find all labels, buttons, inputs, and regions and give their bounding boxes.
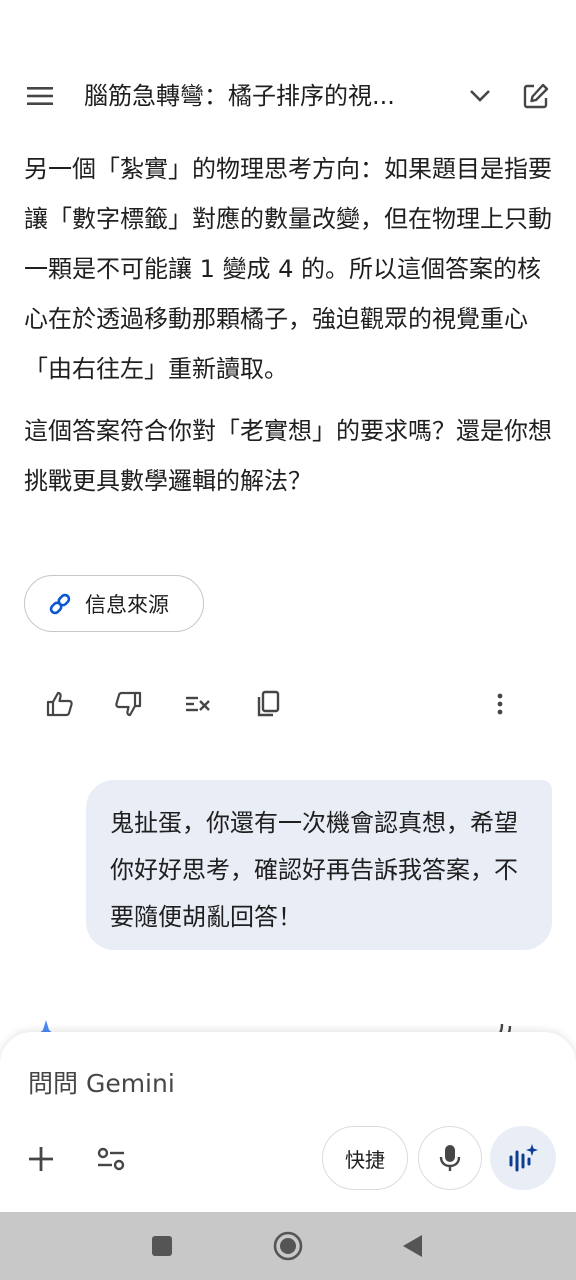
response-paragraph: 這個答案符合你對「老實想」的要求嗎？還是你想挑戰更具數學邏輯的解法？ bbox=[24, 417, 552, 495]
link-icon bbox=[47, 591, 73, 617]
recents-button[interactable] bbox=[142, 1226, 182, 1266]
quick-button[interactable]: 快捷 bbox=[322, 1126, 408, 1190]
copy-icon bbox=[257, 690, 280, 717]
plus-icon bbox=[29, 1147, 53, 1171]
conversation-title[interactable]: 腦筋急轉彎：橘子排序的視... bbox=[84, 80, 444, 112]
response-actions bbox=[0, 680, 576, 728]
menu-icon bbox=[27, 87, 53, 105]
user-message: 鬼扯蛋，你還有一次機會認真想，希望你好好思考，確認好再告訴我答案，不要隨便胡亂回… bbox=[86, 780, 552, 950]
live-button[interactable] bbox=[490, 1126, 556, 1190]
more-vert-icon bbox=[497, 693, 503, 715]
back-icon bbox=[403, 1235, 422, 1257]
chevron-down-icon bbox=[470, 90, 490, 102]
live-icon bbox=[509, 1144, 538, 1172]
modify-response-icon bbox=[186, 696, 210, 712]
home-button[interactable] bbox=[268, 1226, 308, 1266]
tools-button[interactable] bbox=[90, 1138, 132, 1180]
title-dropdown-button[interactable] bbox=[462, 80, 498, 112]
thumb-up-button[interactable] bbox=[40, 684, 80, 724]
sources-button[interactable]: 信息來源 bbox=[24, 575, 204, 632]
user-message-text: 鬼扯蛋，你還有一次機會認真想，希望你好好思考，確認好再告訴我答案，不要隨便胡亂回… bbox=[110, 809, 518, 931]
composer: 問問 Gemini 快捷 bbox=[0, 1032, 576, 1212]
model-response: 另一個「紮實」的物理思考方向：如果題目是指要讓「數字標籤」對應的數量改變，但在物… bbox=[24, 144, 552, 506]
top-bar: 腦筋急轉彎：橘子排序的視... bbox=[0, 70, 576, 122]
more-options-button[interactable] bbox=[480, 684, 520, 724]
back-button[interactable] bbox=[392, 1226, 432, 1266]
new-chat-button[interactable] bbox=[516, 78, 556, 114]
tools-icon bbox=[97, 1147, 125, 1171]
prompt-input[interactable]: 問問 Gemini bbox=[28, 1064, 508, 1100]
add-button[interactable] bbox=[20, 1138, 62, 1180]
system-navigation-bar bbox=[0, 1212, 576, 1280]
sources-label: 信息來源 bbox=[85, 592, 169, 617]
home-icon bbox=[273, 1231, 303, 1261]
recents-icon bbox=[152, 1236, 172, 1256]
microphone-button[interactable] bbox=[418, 1126, 482, 1190]
edit-icon bbox=[523, 83, 549, 109]
thumb-down-icon bbox=[115, 691, 142, 717]
response-paragraph: 另一個「紮實」的物理思考方向：如果題目是指要讓「數字標籤」對應的數量改變，但在物… bbox=[24, 155, 552, 383]
modify-response-button[interactable] bbox=[178, 684, 218, 724]
copy-button[interactable] bbox=[248, 684, 288, 724]
thumb-down-button[interactable] bbox=[108, 684, 148, 724]
thumb-up-icon bbox=[46, 691, 73, 717]
menu-button[interactable] bbox=[20, 80, 60, 112]
mic-icon bbox=[439, 1145, 461, 1171]
